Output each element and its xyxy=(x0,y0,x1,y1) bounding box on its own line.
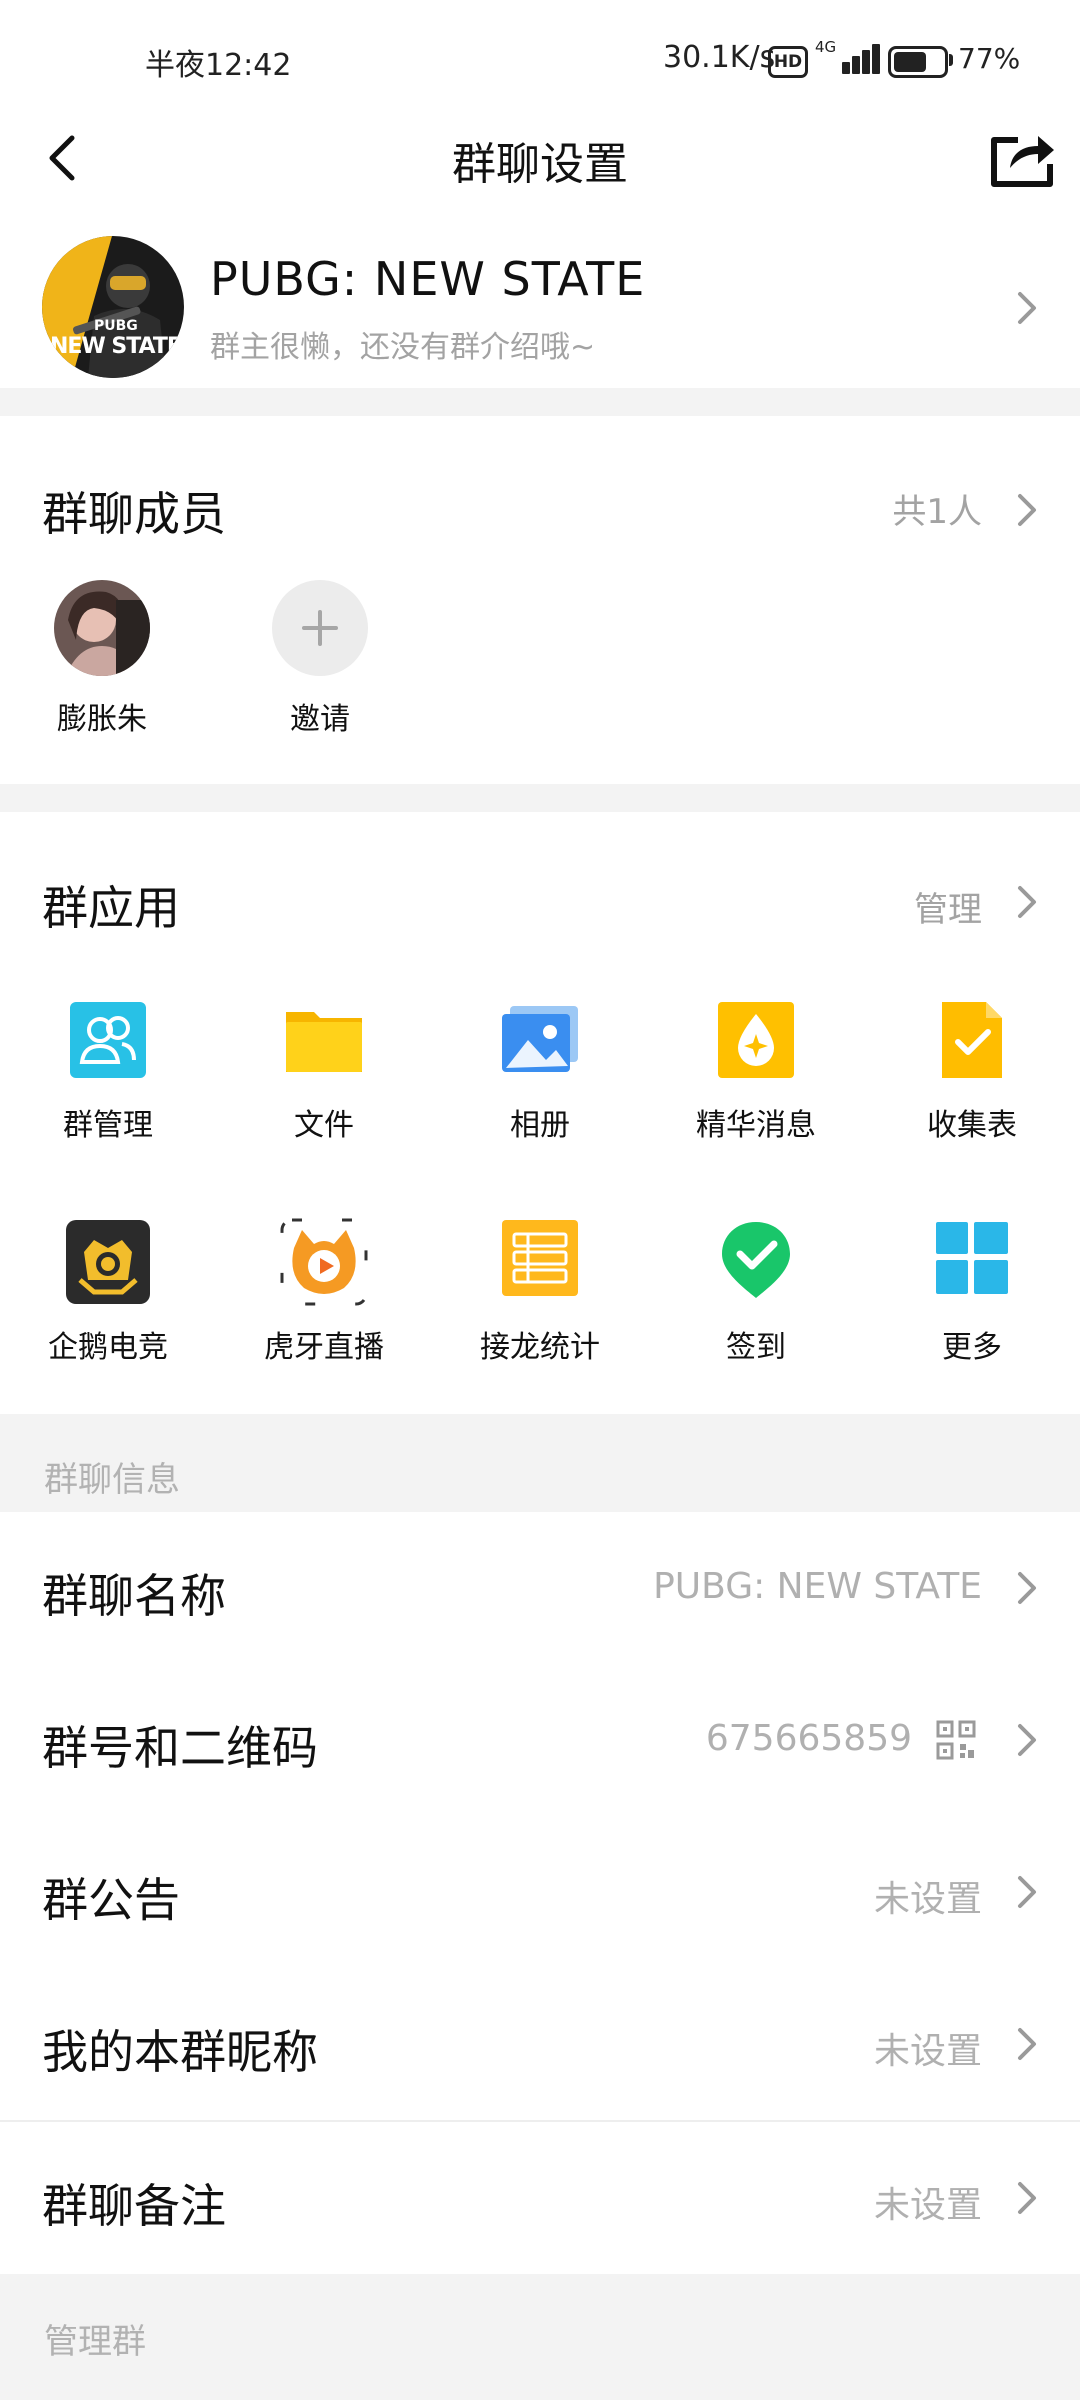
info-section-label: 群聊信息 xyxy=(44,1460,180,1500)
page-title: 群聊设置 xyxy=(452,139,628,190)
row-label: 群聊名称 xyxy=(42,1569,226,1623)
app-album[interactable]: 相册 xyxy=(440,1000,640,1150)
member-name: 膨胀朱 xyxy=(57,702,147,737)
folder-icon xyxy=(286,1012,362,1072)
chevron-right-icon xyxy=(1018,1876,1036,1908)
app-label: 更多 xyxy=(942,1330,1002,1365)
status-net-speed: 30.1K/s xyxy=(663,40,776,75)
app-group-manage[interactable]: 群管理 xyxy=(8,1000,208,1150)
row-label: 群聊备注 xyxy=(42,2179,226,2233)
invite-button[interactable] xyxy=(272,580,368,676)
member-avatar-image xyxy=(54,580,150,676)
row-group-name[interactable]: 群聊名称 PUBG: NEW STATE xyxy=(0,1512,1080,1664)
app-essence[interactable]: 精华消息 xyxy=(656,1000,856,1150)
row-label: 群号和二维码 xyxy=(42,1721,318,1775)
check-in-icon xyxy=(722,1222,790,1298)
row-value: 未设置 xyxy=(873,1879,982,1920)
row-label: 群公告 xyxy=(42,1873,180,1927)
group-intro: 群主很懒，还没有群介绍哦~ xyxy=(210,330,596,365)
app-more[interactable]: 更多 xyxy=(872,1218,1072,1368)
battery-tip xyxy=(949,54,953,66)
row-label: 我的本群昵称 xyxy=(42,2025,318,2079)
avatar-text-top: PUBG xyxy=(94,318,138,334)
app-label: 相册 xyxy=(510,1108,570,1143)
chevron-right-icon xyxy=(1018,2028,1036,2060)
qr-code-icon xyxy=(936,1720,976,1760)
section-divider xyxy=(0,784,1080,812)
app-label: 虎牙直播 xyxy=(264,1330,384,1365)
app-label: 精华消息 xyxy=(696,1108,816,1143)
member-avatar[interactable] xyxy=(54,580,150,676)
app-label: 签到 xyxy=(726,1330,786,1365)
plus-icon xyxy=(302,610,338,646)
back-icon[interactable] xyxy=(42,130,86,186)
members-title: 群聊成员 xyxy=(42,487,226,541)
battery-icon xyxy=(888,46,948,78)
app-chain-stats[interactable]: 接龙统计 xyxy=(440,1218,640,1368)
huya-live-icon xyxy=(280,1218,368,1306)
group-avatar[interactable]: PUBG NEW STATE xyxy=(42,236,184,378)
app-collect-form[interactable]: 收集表 xyxy=(872,1000,1072,1150)
info-section-header: 群聊信息 xyxy=(0,1414,1080,1512)
more-grid-icon xyxy=(936,1222,1008,1294)
row-value: 675665859 xyxy=(705,1718,912,1759)
app-check-in[interactable]: 签到 xyxy=(656,1218,856,1368)
section-divider xyxy=(0,388,1080,416)
group-name[interactable]: PUBG: NEW STATE xyxy=(210,252,645,306)
chevron-right-icon[interactable] xyxy=(1016,884,1038,920)
chevron-right-icon[interactable] xyxy=(1016,290,1038,326)
chevron-right-icon[interactable] xyxy=(1016,492,1038,528)
chevron-right-icon xyxy=(1018,1572,1036,1604)
essence-message-icon xyxy=(718,1002,794,1078)
avatar-text-bottom: NEW STATE xyxy=(50,334,182,359)
signal-icon xyxy=(828,42,880,74)
invite-label: 邀请 xyxy=(290,702,350,737)
manage-section-header: 管理群 xyxy=(0,2274,1080,2400)
app-files[interactable]: 文件 xyxy=(224,1000,424,1150)
hd-icon: HD xyxy=(768,46,808,78)
app-label: 收集表 xyxy=(927,1108,1017,1143)
row-group-number-qrcode[interactable]: 群号和二维码 675665859 xyxy=(0,1664,1080,1816)
row-value: 未设置 xyxy=(873,2185,982,2226)
photo-album-icon xyxy=(502,1006,578,1072)
status-bar: 半夜12:42 30.1K/s HD 4G 77% xyxy=(0,0,1080,120)
app-label: 文件 xyxy=(294,1108,354,1143)
chain-stats-icon xyxy=(502,1220,578,1296)
app-label: 接龙统计 xyxy=(480,1330,600,1365)
apps-manage[interactable]: 管理 xyxy=(914,882,982,931)
penguin-esports-icon xyxy=(66,1220,150,1304)
share-icon[interactable] xyxy=(988,126,1058,190)
members-count[interactable]: 共1人 xyxy=(892,484,982,533)
status-time: 半夜12:42 xyxy=(145,48,292,83)
app-label: 企鹅电竞 xyxy=(48,1330,168,1365)
chevron-right-icon xyxy=(1018,2182,1036,2214)
manage-section-label: 管理群 xyxy=(44,2322,146,2362)
chevron-right-icon xyxy=(1018,1724,1036,1756)
group-manage-icon xyxy=(70,1002,146,1078)
collect-form-icon xyxy=(942,1002,1002,1078)
row-group-remark[interactable]: 群聊备注 未设置 xyxy=(0,2122,1080,2274)
app-huya-live[interactable]: 虎牙直播 xyxy=(224,1218,424,1368)
app-label: 群管理 xyxy=(63,1108,153,1143)
row-value: 未设置 xyxy=(873,2031,982,2072)
row-value: PUBG: NEW STATE xyxy=(653,1566,982,1607)
row-group-announcement[interactable]: 群公告 未设置 xyxy=(0,1816,1080,1968)
app-penguin-esports[interactable]: 企鹅电竞 xyxy=(8,1218,208,1368)
apps-title: 群应用 xyxy=(42,881,180,935)
row-my-nickname[interactable]: 我的本群昵称 未设置 xyxy=(0,1968,1080,2120)
battery-percent: 77% xyxy=(958,42,1021,75)
